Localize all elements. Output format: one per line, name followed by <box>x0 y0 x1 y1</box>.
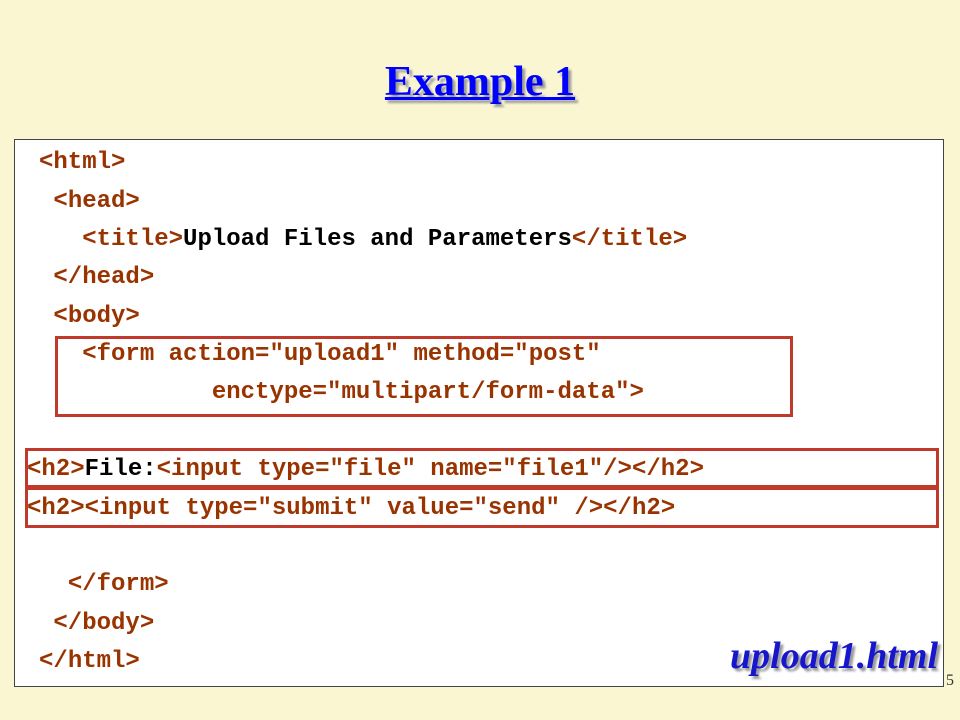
code-line-head-close: </head> <box>53 264 155 291</box>
code-line-body-open: <body> <box>53 303 140 330</box>
code-line-body-close: </body> <box>53 610 155 637</box>
code-line-html-close: </html> <box>39 648 140 675</box>
file-input-highlight <box>25 448 939 488</box>
form-tag-highlight <box>55 336 793 417</box>
code-line-head-open: <head> <box>53 188 140 215</box>
code-box: <html> <head> <title>Upload Files and Pa… <box>14 139 944 687</box>
submit-input-highlight <box>25 487 939 528</box>
code-line-title: <title>Upload Files and Parameters</titl… <box>82 226 688 253</box>
page-number: 5 <box>946 672 954 689</box>
filename-label: upload1.html <box>730 635 938 677</box>
code-line-form-close: </form> <box>67 571 169 598</box>
slide-title: Example 1 <box>384 59 576 105</box>
code-line-html-open: <html> <box>39 149 126 176</box>
